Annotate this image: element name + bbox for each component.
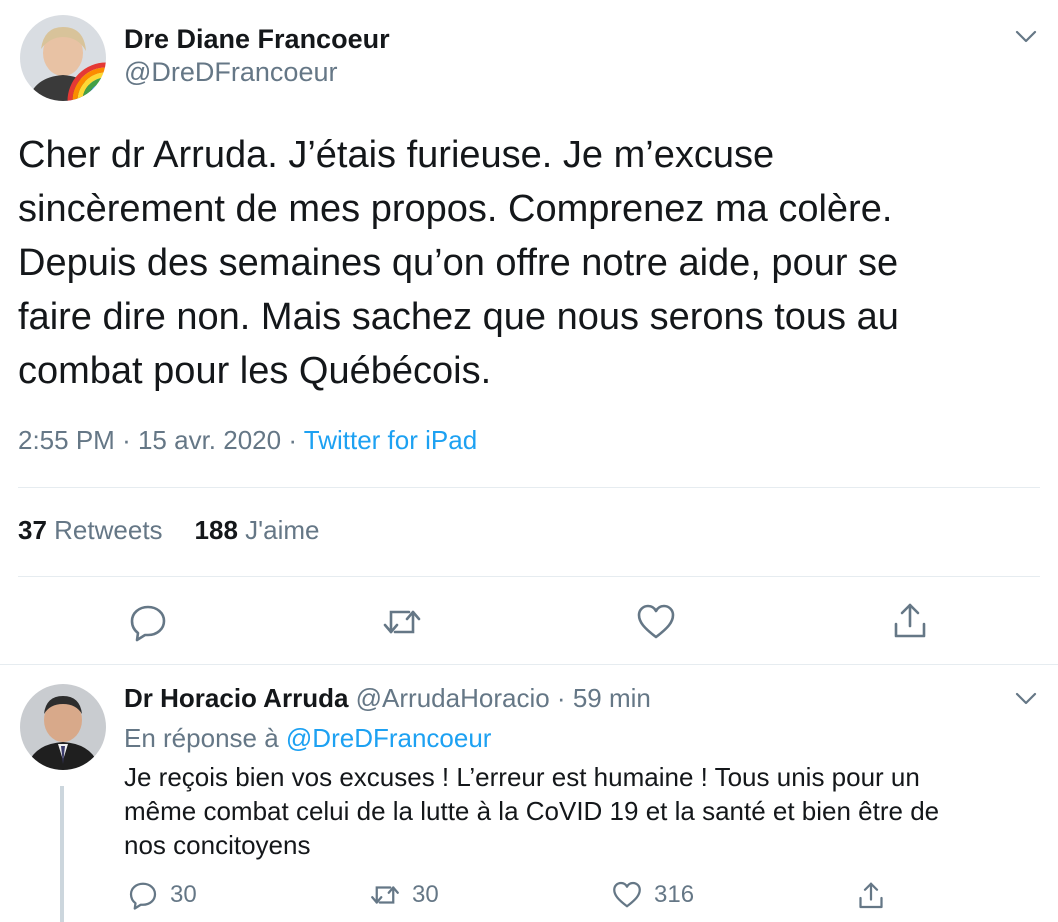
tweet-text-line: sincèrement de mes propos. Comprenez ma …	[18, 188, 893, 230]
tweet-text-line: faire dire non. Mais sachez que nous ser…	[18, 296, 899, 338]
likes-count: 188	[194, 515, 238, 545]
meta-separator: ·	[288, 425, 297, 455]
divider	[0, 664, 1058, 665]
chevron-down-icon[interactable]	[1012, 22, 1040, 50]
reply-like-button[interactable]: 316	[612, 880, 694, 914]
divider	[18, 487, 1040, 488]
reply-context: En réponse à @DreDFrancoeur	[124, 723, 491, 754]
author-handle[interactable]: @DreDFrancoeur	[124, 57, 337, 88]
tweet-time[interactable]: 2:55 PM	[18, 425, 115, 455]
reply-button[interactable]	[128, 602, 168, 642]
tweet-text-line: Cher dr Arruda. J’étais furieuse. Je m’e…	[18, 134, 775, 176]
tweet-text: Cher dr Arruda. J’étais furieuse. Je m’e…	[18, 128, 1028, 398]
like-button[interactable]	[636, 602, 676, 642]
reply-text-line: même combat celui de la lutte à la CoVID…	[124, 796, 940, 826]
retweet-icon	[383, 610, 421, 634]
reply-author-avatar[interactable]	[20, 684, 106, 770]
retweet-button[interactable]	[382, 602, 422, 642]
reply-share-button[interactable]	[856, 880, 886, 914]
likes-label: J'aime	[245, 515, 320, 545]
retweets-label: Retweets	[54, 515, 163, 545]
reply-text: Je reçois bien vos excuses ! L’erreur es…	[124, 760, 1024, 862]
heart-icon	[613, 881, 641, 908]
retweets-stat[interactable]: 37 Retweets	[18, 515, 163, 545]
reply-text-line: Je reçois bien vos excuses ! L’erreur es…	[124, 762, 920, 792]
tweet-stats: 37 Retweets 188 J'aime	[18, 515, 320, 546]
share-icon	[859, 882, 883, 909]
tweet-date[interactable]: 15 avr. 2020	[138, 425, 281, 455]
reply-reply-button[interactable]: 30	[128, 880, 197, 914]
divider	[18, 576, 1040, 577]
reply-author-name[interactable]: Dr Horacio Arruda	[124, 683, 348, 713]
tweet-text-line: Depuis des semaines qu’on offre notre ai…	[18, 242, 899, 284]
tweet-meta: 2:55 PM · 15 avr. 2020 · Twitter for iPa…	[18, 425, 477, 456]
reply-retweet-button[interactable]: 30	[370, 880, 439, 914]
reply-time[interactable]: 59 min	[573, 683, 651, 713]
reply-author-handle[interactable]: @ArrudaHoracio	[356, 683, 550, 713]
reply-text-line: nos concitoyens	[124, 830, 311, 860]
author-name[interactable]: Dre Diane Francoeur	[124, 24, 390, 55]
thread-line	[60, 786, 64, 922]
share-icon	[894, 603, 926, 638]
share-button[interactable]	[890, 600, 930, 640]
meta-separator: ·	[556, 683, 566, 713]
meta-separator: ·	[122, 425, 131, 455]
tweet-source-link[interactable]: Twitter for iPad	[304, 425, 477, 455]
retweets-count: 37	[18, 515, 47, 545]
reply-header: Dr Horacio Arruda @ArrudaHoracio · 59 mi…	[124, 683, 651, 714]
heart-icon	[637, 604, 675, 639]
reply-prefix: En réponse à	[124, 723, 279, 753]
reply-icon	[130, 605, 166, 642]
likes-stat[interactable]: 188 J'aime	[195, 515, 320, 545]
reply-icon	[129, 882, 157, 910]
tweet-page: Dre Diane Francoeur @DreDFrancoeur Cher …	[0, 0, 1058, 922]
retweet-icon	[371, 886, 399, 904]
tweet-text-line: combat pour les Québécois.	[18, 350, 492, 392]
chevron-down-icon[interactable]	[1012, 684, 1040, 712]
reply-mention-link[interactable]: @DreDFrancoeur	[286, 723, 492, 753]
retweet-count: 30	[412, 881, 439, 908]
author-avatar[interactable]	[20, 15, 106, 101]
like-count: 316	[654, 881, 695, 908]
reply-count: 30	[170, 881, 197, 908]
